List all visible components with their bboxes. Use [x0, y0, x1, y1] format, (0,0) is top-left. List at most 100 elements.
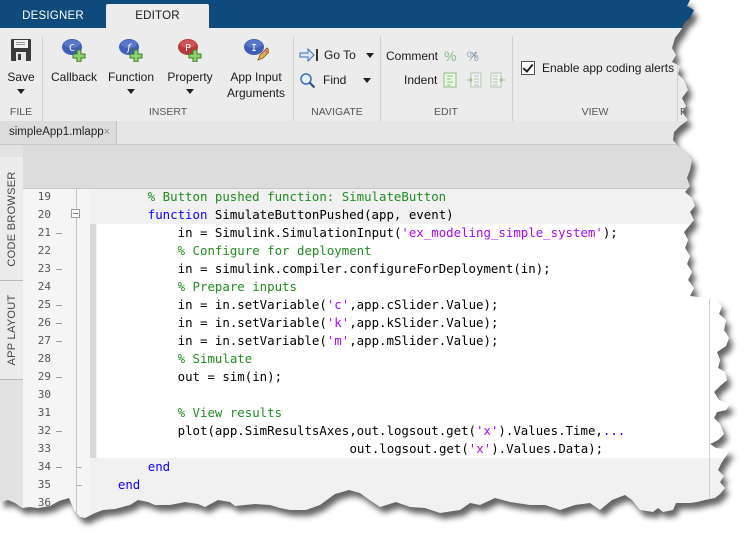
- callback-button[interactable]: C Callback: [48, 38, 100, 85]
- line-number: 31: [37, 406, 51, 419]
- group-label-file: FILE: [9, 106, 33, 118]
- goto-button[interactable]: Go To: [299, 48, 374, 62]
- code-line[interactable]: end: [118, 476, 140, 494]
- fold-collapse-icon[interactable]: [71, 209, 80, 218]
- fold-end-marker: [76, 485, 82, 486]
- line-number: 26: [37, 316, 51, 329]
- increase-indent-icon[interactable]: [466, 72, 482, 88]
- app-input-label-1: App Input: [230, 70, 282, 84]
- svg-text:P: P: [185, 43, 191, 54]
- breakpoint-marker[interactable]: [56, 467, 62, 468]
- code-text: ).Values.Time,: [498, 423, 603, 438]
- find-button[interactable]: Find: [299, 72, 371, 88]
- add-property-icon: P: [177, 38, 203, 62]
- code-string: 'c': [326, 297, 350, 312]
- tab-app-layout[interactable]: APP LAYOUT: [0, 281, 23, 380]
- line-number: 29: [37, 370, 51, 383]
- document-tab[interactable]: simpleApp1.mlapp ×: [0, 121, 117, 144]
- tab-code-browser[interactable]: CODE BROWSER: [0, 157, 23, 281]
- find-label: Find: [323, 73, 347, 87]
- code-comment: % Configure for deployment: [177, 243, 372, 258]
- code-text: out = sim(in);: [177, 369, 283, 384]
- code-keyword: function: [147, 207, 208, 222]
- smart-indent-icon[interactable]: [443, 72, 457, 88]
- decrease-indent-icon[interactable]: [490, 72, 506, 88]
- uncomment-icon[interactable]: % ✕: [466, 48, 478, 64]
- svg-text:I: I: [251, 43, 257, 54]
- code-line[interactable]: % View results: [178, 404, 282, 422]
- line-number: 36: [37, 496, 51, 509]
- code-line[interactable]: % Simulate: [178, 350, 253, 368]
- code-line[interactable]: in = in.setVariable('c',app.cSlider.Valu…: [178, 296, 499, 314]
- code-line[interactable]: in = Simulink.SimulationInput('ex_modeli…: [178, 224, 618, 242]
- svg-text:?: ?: [706, 43, 714, 58]
- indent-label: Indent: [404, 73, 438, 87]
- code-line[interactable]: % Button pushed function: SimulateButton: [148, 188, 446, 206]
- group-label-resources: RESOU: [680, 106, 718, 118]
- app-layout-label: APP LAYOUT: [5, 294, 18, 366]
- code-string: 'k': [326, 315, 350, 330]
- line-number: 35: [37, 478, 51, 491]
- code-text: in = Simulink.SimulationInput(: [177, 225, 402, 240]
- show-help-button[interactable]: ? Show: [683, 38, 723, 84]
- chevron-down-icon: [363, 78, 371, 83]
- code-keyword: end: [117, 477, 141, 492]
- breakpoint-marker[interactable]: [56, 323, 62, 324]
- code-string: 'x': [468, 441, 492, 456]
- code-line[interactable]: out.logsout.get('x').Values.Data);: [349, 440, 603, 458]
- code-browser-label: CODE BROWSER: [5, 170, 18, 267]
- code-text: ,app.cSlider.Value);: [349, 297, 499, 312]
- group-label-insert: INSERT: [148, 106, 188, 118]
- tab-editor[interactable]: EDITOR: [106, 4, 209, 28]
- code-line[interactable]: % Prepare inputs: [178, 278, 297, 296]
- goto-icon: [299, 48, 319, 62]
- breakpoint-marker[interactable]: [56, 269, 62, 270]
- document-tab-label: simpleApp1.mlapp: [9, 126, 104, 138]
- property-button[interactable]: P Property: [164, 38, 216, 94]
- line-number: 19: [37, 190, 51, 203]
- line-number: 25: [37, 298, 51, 311]
- search-icon: [299, 72, 317, 88]
- app-input-label-2: Arguments: [226, 86, 286, 100]
- code-line[interactable]: function SimulateButtonPushed(app, event…: [148, 206, 454, 224]
- chevron-down-icon: [17, 89, 25, 94]
- callback-label: Callback: [50, 70, 98, 84]
- save-button[interactable]: Save: [4, 38, 38, 94]
- breakpoint-marker[interactable]: [56, 233, 62, 234]
- breakpoint-marker[interactable]: [56, 377, 62, 378]
- breakpoint-marker[interactable]: [56, 305, 62, 306]
- code-text: );: [602, 225, 618, 240]
- show-label: Show: [683, 69, 714, 83]
- code-line[interactable]: in = in.setVariable('k',app.kSlider.Valu…: [178, 314, 499, 332]
- save-label: Save: [7, 70, 35, 84]
- breakpoint-marker[interactable]: [56, 431, 62, 432]
- coding-alerts-label: Enable app coding alerts: [542, 61, 675, 75]
- app-input-arguments-button[interactable]: I App Input Arguments: [222, 38, 290, 101]
- ribbon: Save FILE C Callback f Function P Proper…: [0, 28, 755, 122]
- function-button[interactable]: f Function: [105, 38, 157, 94]
- toolstrip-tabs: DESIGNER EDITOR: [0, 0, 755, 28]
- line-number: 33: [37, 442, 51, 455]
- line-number: 28: [37, 352, 51, 365]
- code-line[interactable]: % Configure for deployment: [178, 242, 372, 260]
- breakpoint-marker[interactable]: [56, 341, 62, 342]
- comment-icon[interactable]: %: [444, 48, 456, 64]
- code-line[interactable]: in = simulink.compiler.configureForDeplo…: [178, 260, 551, 278]
- code-line[interactable]: plot(app.SimResultsAxes,out.logsout.get(…: [178, 422, 626, 440]
- tab-designer[interactable]: DESIGNER: [0, 4, 106, 28]
- line-number: 22: [37, 244, 51, 257]
- code-string: 'x': [476, 423, 499, 438]
- code-line[interactable]: end: [148, 458, 170, 476]
- editable-region-bar: [90, 224, 96, 458]
- chevron-down-icon: [127, 89, 135, 94]
- close-icon[interactable]: ×: [104, 121, 110, 143]
- code-line[interactable]: in = in.setVariable('m',app.mSlider.Valu…: [178, 332, 499, 350]
- code-keyword: end: [147, 459, 171, 474]
- code-text: in = simulink.compiler.configureForDeplo…: [177, 261, 551, 276]
- coding-alerts-checkbox[interactable]: [521, 61, 535, 75]
- line-number: 32: [37, 424, 51, 437]
- add-function-icon: f: [118, 38, 144, 62]
- code-line[interactable]: out = sim(in);: [178, 368, 282, 386]
- code-folding-column: [76, 189, 91, 542]
- code-text: plot(app.SimResultsAxes,out.logsout.get(: [177, 423, 477, 438]
